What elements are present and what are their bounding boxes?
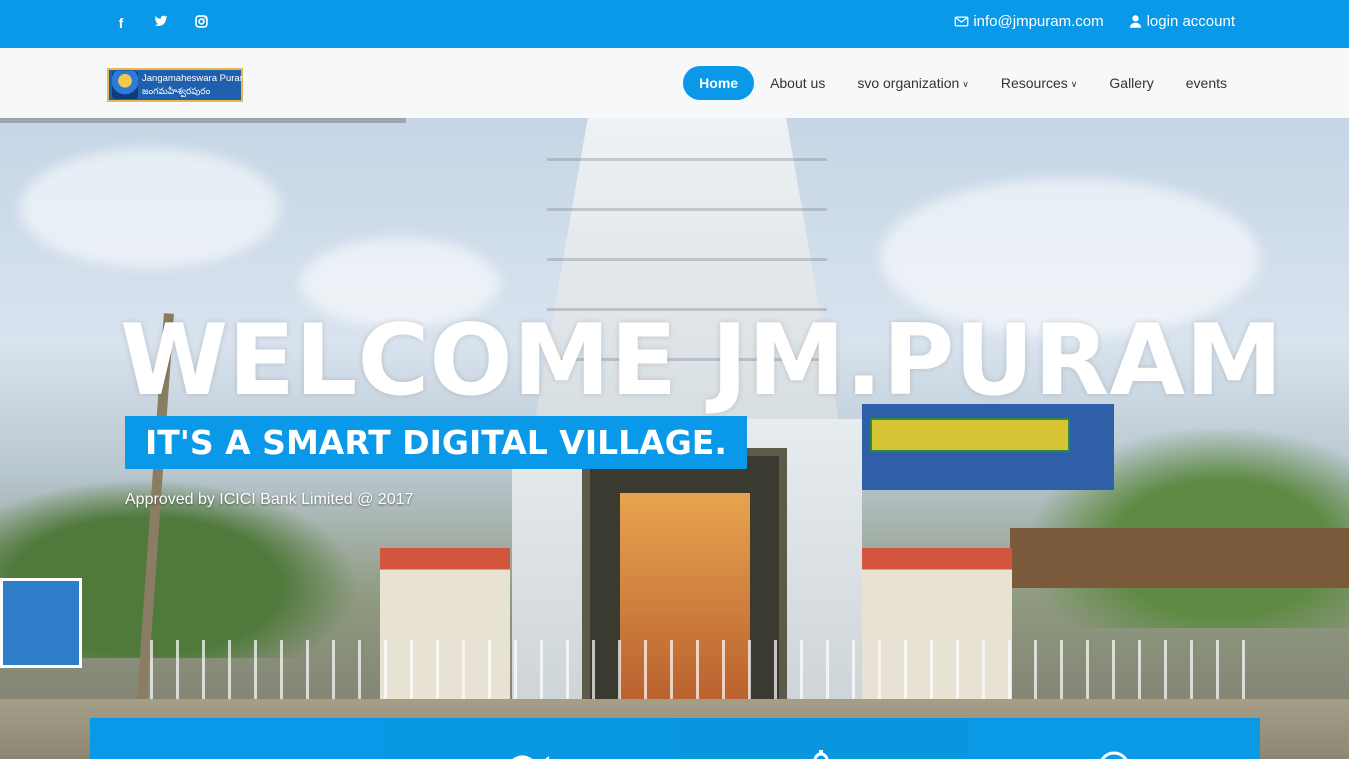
hero-subtitle: IT'S A SMART DIGITAL VILLAGE. <box>125 416 747 469</box>
feature-box[interactable] <box>90 718 383 759</box>
feature-strip <box>90 718 1260 759</box>
nav-item-resources[interactable]: Resources ∨ <box>985 66 1094 100</box>
feature-box[interactable] <box>675 718 968 759</box>
slider-progress-bar <box>0 118 406 123</box>
top-bar: f info@jmpuram.com login account <box>0 0 1349 48</box>
flag-icon <box>512 755 549 759</box>
logo-line-english: Jangamaheswara Puram <box>142 73 248 84</box>
hero-title: WELCOME JM.PURAM <box>120 304 1283 418</box>
nav-menu: Home About us svo organization ∨ Resource… <box>683 66 1243 100</box>
hero-note: Approved by ICICI Bank Limited @ 2017 <box>125 491 414 508</box>
email-text: info@jmpuram.com <box>973 13 1104 30</box>
globe-icon <box>1100 751 1128 759</box>
facebook-icon[interactable]: f <box>112 14 130 32</box>
nav-item-events[interactable]: events <box>1170 66 1243 100</box>
nav-item-svo-organization[interactable]: svo organization ∨ <box>841 66 985 100</box>
logo-line-telugu: జంగమహేశ్వరపురం <box>142 86 211 96</box>
hero-banner: WELCOME JM.PURAM IT'S A SMART DIGITAL VI… <box>0 118 1349 759</box>
login-link[interactable]: login account <box>1128 13 1235 30</box>
feature-box[interactable] <box>382 718 675 759</box>
nav-item-about-us[interactable]: About us <box>754 66 841 100</box>
contact-links: info@jmpuram.com login account <box>954 13 1235 30</box>
chevron-down-icon: ∨ <box>1070 79 1078 89</box>
feature-box[interactable] <box>967 718 1260 759</box>
deity-icon <box>112 71 138 99</box>
gear-icon <box>813 750 829 759</box>
nav-item-gallery[interactable]: Gallery <box>1093 66 1169 100</box>
site-logo[interactable]: Jangamaheswara Puram జంగమహేశ్వరపురం <box>107 68 248 102</box>
login-text: login account <box>1146 13 1235 30</box>
main-navbar: Jangamaheswara Puram జంగమహేశ్వరపురం Home… <box>0 48 1349 118</box>
user-icon <box>1129 15 1141 28</box>
social-links: f <box>112 14 210 32</box>
instagram-icon[interactable] <box>192 14 210 32</box>
email-link[interactable]: info@jmpuram.com <box>954 13 1104 30</box>
twitter-icon[interactable] <box>152 14 170 32</box>
nav-item-home[interactable]: Home <box>683 66 755 100</box>
chevron-down-icon: ∨ <box>962 79 969 89</box>
envelope-icon <box>954 16 969 27</box>
